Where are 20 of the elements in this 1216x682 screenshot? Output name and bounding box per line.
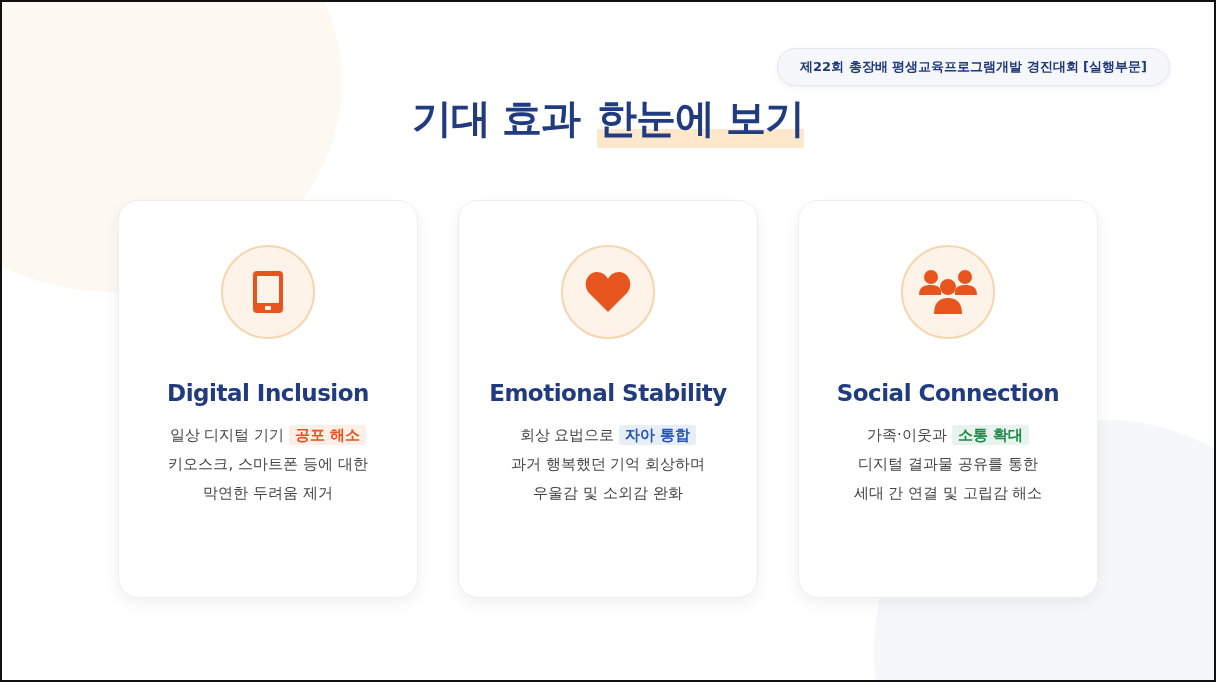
card-title: Social Connection [836, 378, 1060, 408]
people-icon [919, 269, 977, 314]
card-text: 키오스크, 스마트폰 등에 대한 [168, 454, 368, 475]
phone-icon [253, 270, 283, 313]
heart-icon [585, 271, 631, 312]
card-title: Emotional Stability [489, 378, 727, 408]
page-title: 기대 효과 [411, 93, 581, 143]
card-text: 회상 요법으로 [519, 425, 616, 444]
card-title: Digital Inclusion [167, 378, 369, 408]
highlight-tag: 자아 통합 [619, 424, 697, 445]
highlight-tag: 공포 해소 [289, 424, 367, 445]
card-text: 가족·이웃과 [867, 425, 948, 444]
highlight-tag: 소통 확대 [951, 424, 1029, 445]
card-text: 과거 행복했던 기억 회상하며 [510, 454, 706, 475]
card-text: 디지털 결과물 공유를 통한 [858, 454, 1038, 475]
card-text: 일상 디지털 기기 [169, 425, 286, 444]
card-text: 우울감 및 소외감 완화 [533, 483, 683, 505]
event-badge: 제22회 총장배 평생교육프로그램개발 경진대회 [실행부문] [776, 48, 1170, 86]
card-text: 막연한 두려움 제거 [203, 483, 333, 505]
card-text: 세대 간 연결 및 고립감 해소 [853, 483, 1043, 505]
